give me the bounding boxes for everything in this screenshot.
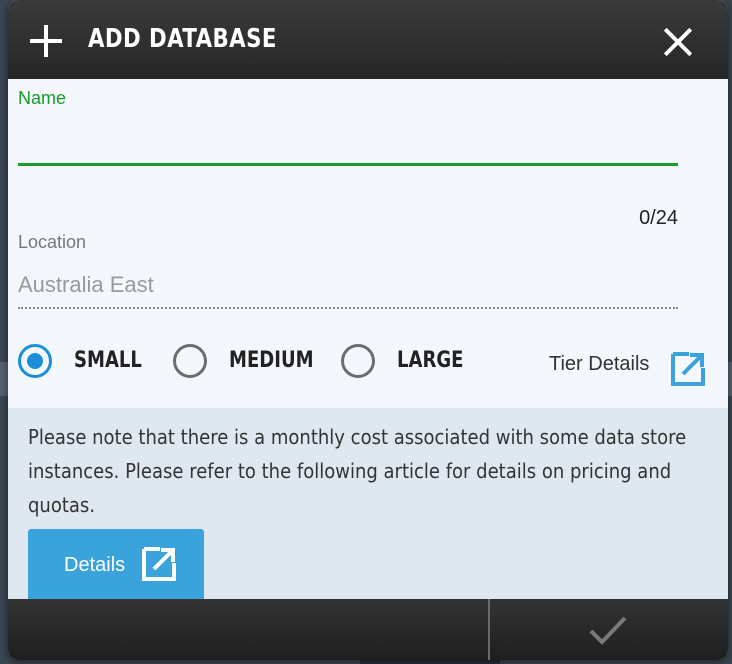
dialog-footer (8, 599, 728, 660)
cancel-area[interactable] (8, 599, 488, 660)
external-link-icon (671, 352, 705, 386)
location-select[interactable]: Australia East (18, 272, 154, 298)
tier-option-label: SMALL (74, 348, 142, 373)
pricing-notice-text: Please note that there is a monthly cost… (28, 425, 687, 517)
name-char-counter: 0/24 (639, 207, 678, 229)
name-input-underline (18, 163, 678, 166)
background-fragment-left (0, 362, 8, 396)
tier-option-medium[interactable]: MEDIUM (173, 344, 314, 384)
tier-option-label: LARGE (397, 348, 464, 373)
add-database-dialog: ADD DATABASE Name 0/24 Location Australi… (8, 0, 728, 660)
pricing-notice: Please note that there is a monthly cost… (8, 408, 728, 601)
tier-radio-group: SMALL MEDIUM LARGE Tier Details (18, 344, 708, 386)
tier-option-small[interactable]: SMALL (18, 344, 142, 384)
radio-unchecked-icon (341, 344, 375, 378)
radio-checked-icon (18, 344, 52, 378)
plus-icon (30, 25, 62, 57)
external-link-icon (142, 547, 176, 581)
tier-details-label: Tier Details (549, 353, 650, 375)
check-icon (589, 616, 627, 645)
tier-option-label: MEDIUM (229, 348, 314, 373)
radio-unchecked-icon (173, 344, 207, 378)
details-button-label: Details (64, 554, 126, 576)
name-input[interactable] (18, 112, 678, 162)
name-label: Name (18, 88, 67, 108)
close-icon[interactable] (662, 26, 694, 58)
dialog-header: ADD DATABASE (8, 0, 728, 79)
location-underline (18, 307, 678, 309)
dialog-title: ADD DATABASE (88, 24, 277, 54)
location-label: Location (18, 232, 87, 252)
details-button[interactable]: Details (28, 529, 204, 601)
confirm-button[interactable] (490, 599, 728, 660)
tier-option-large[interactable]: LARGE (341, 344, 471, 384)
